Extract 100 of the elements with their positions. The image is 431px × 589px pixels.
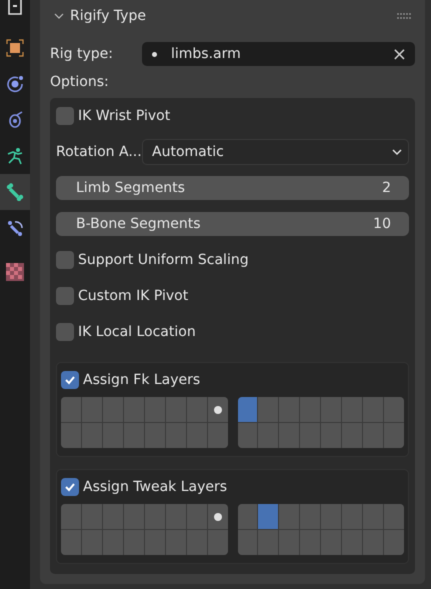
layer-toggle[interactable]	[342, 530, 362, 555]
frame-icon	[7, 0, 23, 16]
layer-toggle[interactable]	[238, 504, 258, 529]
layer-toggle[interactable]	[61, 397, 81, 422]
layer-toggle[interactable]	[384, 423, 404, 448]
layer-toggle[interactable]	[144, 397, 165, 422]
layer-toggle[interactable]	[186, 504, 207, 529]
layer-toggle[interactable]	[342, 423, 362, 448]
layer-toggle[interactable]	[186, 423, 207, 448]
layer-toggle[interactable]	[258, 423, 278, 448]
options-label: Options:	[50, 74, 110, 90]
bone-icon	[6, 183, 24, 201]
layer-toggle[interactable]	[82, 423, 102, 448]
checkbox-label: Support Uniform Scaling	[78, 252, 249, 268]
checkbox-label: IK Wrist Pivot	[78, 108, 170, 124]
checkbox[interactable]	[61, 371, 79, 389]
check-icon	[64, 481, 76, 493]
checkbox-label: IK Local Location	[78, 324, 196, 340]
layer-toggle[interactable]	[384, 504, 404, 529]
layer-toggle[interactable]	[124, 397, 144, 422]
layer-toggle[interactable]	[258, 504, 278, 529]
layer-toggle[interactable]	[208, 530, 228, 555]
panel-header[interactable]: Rigify Type	[40, 0, 425, 32]
layer-toggle[interactable]	[124, 504, 144, 529]
grip-icon[interactable]	[397, 12, 411, 20]
layer-toggle[interactable]	[166, 504, 186, 529]
layer-toggle[interactable]	[144, 423, 165, 448]
layer-toggle[interactable]	[279, 397, 300, 422]
layer-toggle[interactable]	[208, 504, 228, 529]
checkbox[interactable]	[61, 478, 79, 496]
layer-toggle[interactable]	[300, 530, 320, 555]
rig-type-field[interactable]: limbs.arm ×	[142, 42, 415, 66]
layer-toggle[interactable]	[279, 530, 300, 555]
layer-toggle[interactable]	[144, 504, 165, 529]
layer-toggle[interactable]	[238, 397, 258, 422]
layer-toggle[interactable]	[342, 504, 362, 529]
layer-toggle[interactable]	[61, 530, 81, 555]
caret-icon	[392, 148, 402, 156]
layer-toggle[interactable]	[186, 530, 207, 555]
chevron-icon	[54, 11, 64, 21]
layer-toggle[interactable]	[102, 504, 123, 529]
square-icon	[6, 39, 24, 57]
number-field[interactable]: B-Bone Segments 10	[56, 212, 409, 236]
layer-toggle[interactable]	[363, 530, 384, 555]
figure-icon	[6, 147, 24, 165]
layer-toggle[interactable]	[321, 504, 342, 529]
layer-toggle[interactable]	[82, 504, 102, 529]
layer-toggle[interactable]	[321, 530, 342, 555]
properties-tab[interactable]	[0, 174, 30, 210]
layer-toggle[interactable]	[186, 397, 207, 422]
layer-toggle[interactable]	[238, 423, 258, 448]
layer-toggle[interactable]	[363, 504, 384, 529]
dropdown-label: Rotation A...	[56, 144, 142, 160]
layer-toggle[interactable]	[321, 397, 342, 422]
layer-toggle[interactable]	[300, 423, 320, 448]
checkbox[interactable]	[56, 287, 74, 305]
layer-toggle[interactable]	[279, 504, 300, 529]
layer-toggle[interactable]	[258, 530, 278, 555]
layer-toggle[interactable]	[321, 423, 342, 448]
layer-toggle[interactable]	[208, 397, 228, 422]
rig-type-label: Rig type:	[50, 46, 114, 62]
layer-toggle[interactable]	[124, 423, 144, 448]
layer-toggle[interactable]	[342, 397, 362, 422]
panel-title: Rigify Type	[70, 8, 146, 24]
checkbox[interactable]	[56, 251, 74, 269]
layer-toggle[interactable]	[300, 397, 320, 422]
checkbox-label: Custom IK Pivot	[78, 288, 188, 304]
clear-icon[interactable]: ×	[392, 44, 407, 64]
layer-toggle[interactable]	[82, 530, 102, 555]
layer-toggle[interactable]	[363, 397, 384, 422]
layer-toggle[interactable]	[363, 423, 384, 448]
layer-toggle[interactable]	[61, 423, 81, 448]
layer-toggle[interactable]	[102, 530, 123, 555]
layer-toggle[interactable]	[102, 397, 123, 422]
orbit-icon	[6, 111, 24, 129]
circle-dot-icon	[6, 75, 24, 93]
layer-toggle[interactable]	[300, 504, 320, 529]
checkbox-label: Assign Fk Layers	[83, 372, 200, 388]
checkbox[interactable]	[56, 323, 74, 341]
layer-toggle[interactable]	[238, 530, 258, 555]
dropdown[interactable]: Automatic	[142, 139, 409, 165]
bone-link-icon	[6, 219, 24, 237]
layer-toggle[interactable]	[166, 397, 186, 422]
layer-toggle[interactable]	[166, 423, 186, 448]
check-icon	[64, 374, 76, 386]
layer-toggle[interactable]	[279, 423, 300, 448]
layer-toggle[interactable]	[102, 423, 123, 448]
checkbox[interactable]	[56, 107, 74, 125]
layer-toggle[interactable]	[384, 530, 404, 555]
layer-toggle[interactable]	[61, 504, 81, 529]
number-field[interactable]: Limb Segments 2	[56, 176, 409, 200]
layer-toggle[interactable]	[258, 397, 278, 422]
checker-icon	[6, 263, 24, 281]
layer-toggle[interactable]	[124, 530, 144, 555]
layer-toggle[interactable]	[166, 530, 186, 555]
checkbox-label: Assign Tweak Layers	[83, 479, 228, 495]
layer-toggle[interactable]	[384, 397, 404, 422]
layer-toggle[interactable]	[82, 397, 102, 422]
layer-toggle[interactable]	[208, 423, 228, 448]
layer-toggle[interactable]	[144, 530, 165, 555]
